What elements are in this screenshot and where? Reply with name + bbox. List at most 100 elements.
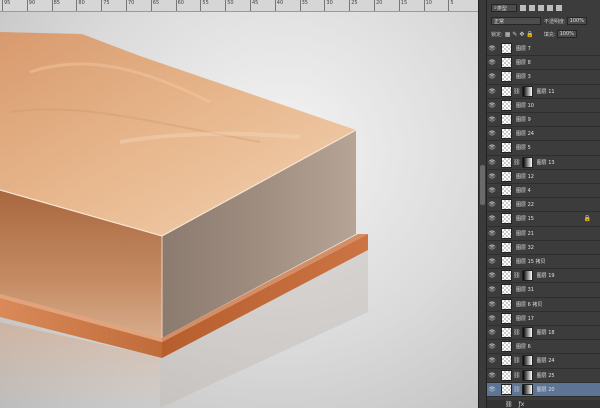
layer-thumbnail bbox=[501, 199, 512, 211]
layer-row[interactable]: 👁 图层 12 bbox=[487, 170, 600, 184]
opacity-field[interactable]: 100% bbox=[566, 17, 587, 25]
layer-row[interactable]: 👁 图层 8 bbox=[487, 56, 600, 71]
visibility-eye-icon[interactable]: 👁 bbox=[487, 130, 497, 137]
layers-list[interactable]: 👁 图层 7 👁 图层 8 👁 图层 3 👁 ⛓ 图层 11 👁 图层 10 👁 图层 9 👁 图层 24 👁… bbox=[487, 42, 600, 400]
mask-link-icon[interactable]: ⛓ bbox=[513, 88, 521, 95]
canvas-vertical-scrollbar[interactable] bbox=[478, 0, 486, 408]
lock-label: 锁定: bbox=[491, 31, 503, 38]
layer-row[interactable]: 👁 ⛓ 图层 19 bbox=[487, 269, 600, 284]
visibility-eye-icon[interactable]: 👁 bbox=[487, 244, 497, 251]
link-icon[interactable]: ⛓ bbox=[505, 401, 513, 408]
visibility-eye-icon[interactable]: 👁 bbox=[487, 286, 497, 293]
filter-kind-select[interactable]: ⌕ 类型 bbox=[491, 4, 517, 12]
mask-link-icon[interactable]: ⛓ bbox=[513, 372, 521, 379]
visibility-eye-icon[interactable]: 👁 bbox=[487, 144, 497, 151]
layer-row[interactable]: 👁 图层 15 🔒 bbox=[487, 212, 600, 227]
visibility-eye-icon[interactable]: 👁 bbox=[487, 343, 497, 350]
visibility-eye-icon[interactable]: 👁 bbox=[487, 187, 497, 194]
layer-row[interactable]: 👁 图层 5 bbox=[487, 141, 600, 156]
visibility-eye-icon[interactable]: 👁 bbox=[487, 230, 497, 237]
layer-row[interactable]: 👁 图层 32 bbox=[487, 241, 600, 255]
visibility-eye-icon[interactable]: 👁 bbox=[487, 386, 497, 393]
pixel-filter-icon[interactable] bbox=[520, 5, 526, 11]
layer-mask-thumbnail[interactable] bbox=[521, 85, 533, 97]
layer-row[interactable]: 👁 ⛓ 图层 18 bbox=[487, 326, 600, 341]
visibility-eye-icon[interactable]: 👁 bbox=[487, 315, 497, 322]
scrollbar-thumb[interactable] bbox=[480, 165, 485, 205]
fill-field[interactable]: 100% bbox=[556, 30, 577, 38]
layer-row[interactable]: 👁 图层 9 bbox=[487, 113, 600, 128]
layer-mask-thumbnail[interactable] bbox=[521, 383, 533, 395]
layer-thumbnail bbox=[501, 256, 512, 268]
ruler-tick-label: 80 bbox=[76, 0, 85, 11]
ruler-tick-label: 95 bbox=[1, 0, 11, 11]
layer-name: 图层 5 bbox=[516, 145, 531, 152]
mask-link-icon[interactable]: ⛓ bbox=[513, 386, 521, 393]
layer-row[interactable]: 👁 图层 15 拷贝 bbox=[487, 255, 600, 270]
smart-object-filter-icon[interactable] bbox=[556, 5, 562, 11]
layer-row[interactable]: 👁 图层 22 bbox=[487, 198, 600, 213]
visibility-eye-icon[interactable]: 👁 bbox=[487, 272, 497, 279]
layer-row[interactable]: 👁 ⛓ 图层 13 bbox=[487, 156, 600, 170]
lock-move-icon[interactable]: ✥ bbox=[519, 31, 524, 38]
mask-link-icon[interactable]: ⛓ bbox=[513, 272, 521, 279]
layer-name: 图层 21 bbox=[516, 230, 534, 237]
visibility-eye-icon[interactable]: 👁 bbox=[487, 88, 497, 95]
visibility-eye-icon[interactable]: 👁 bbox=[487, 45, 497, 52]
mask-link-icon[interactable]: ⛓ bbox=[513, 357, 521, 364]
visibility-eye-icon[interactable]: 👁 bbox=[487, 301, 497, 308]
layer-row[interactable]: 👁 图层 6 bbox=[487, 340, 600, 355]
layer-row[interactable]: 👁 图层 31 bbox=[487, 283, 600, 298]
ruler-tick-label: 25 bbox=[349, 0, 358, 11]
mask-link-icon[interactable]: ⛓ bbox=[513, 329, 521, 336]
layer-row[interactable]: 👁 图层 10 bbox=[487, 99, 600, 113]
visibility-eye-icon[interactable]: 👁 bbox=[487, 357, 497, 364]
layer-name: 图层 9 bbox=[516, 117, 531, 124]
layer-name: 图层 11 bbox=[536, 88, 555, 95]
type-filter-icon[interactable] bbox=[538, 5, 544, 11]
layer-thumbnail bbox=[501, 142, 512, 154]
layer-mask-thumbnail[interactable] bbox=[521, 270, 533, 282]
lock-brush-icon[interactable]: ✎ bbox=[512, 31, 517, 38]
mask-link-icon[interactable]: ⛓ bbox=[513, 159, 521, 166]
visibility-eye-icon[interactable]: 👁 bbox=[487, 73, 497, 80]
fx-icon[interactable]: ƒx bbox=[519, 401, 525, 408]
layer-mask-thumbnail[interactable] bbox=[521, 355, 533, 367]
visibility-eye-icon[interactable]: 👁 bbox=[487, 215, 497, 222]
layer-mask-thumbnail[interactable] bbox=[521, 369, 533, 381]
layer-row[interactable]: 👁 图层 24 bbox=[487, 127, 600, 142]
layer-row[interactable]: 👁 ⛓ 图层 24 bbox=[487, 354, 600, 369]
layer-row[interactable]: 👁 ⛓ 图层 25 bbox=[487, 369, 600, 383]
layer-name: 图层 25 bbox=[536, 372, 555, 379]
layer-row[interactable]: 👁 图层 3 bbox=[487, 70, 600, 85]
lock-all-icon[interactable]: 🔒 bbox=[526, 31, 533, 38]
layer-mask-thumbnail[interactable] bbox=[521, 327, 533, 339]
visibility-eye-icon[interactable]: 👁 bbox=[487, 201, 497, 208]
lock-row: 锁定: ▦ ✎ ✥ 🔒 填充: 100% bbox=[487, 30, 600, 38]
document-canvas[interactable] bbox=[0, 12, 478, 408]
visibility-eye-icon[interactable]: 👁 bbox=[487, 116, 497, 123]
visibility-eye-icon[interactable]: 👁 bbox=[487, 329, 497, 336]
lock-transparent-icon[interactable]: ▦ bbox=[505, 31, 511, 38]
layer-row[interactable]: 👁 ⛓ 图层 11 bbox=[487, 85, 600, 99]
visibility-eye-icon[interactable]: 👁 bbox=[487, 173, 497, 180]
adjustment-filter-icon[interactable] bbox=[529, 5, 535, 11]
layer-row[interactable]: 👁 ⛓ 图层 20 bbox=[487, 382, 600, 397]
visibility-eye-icon[interactable]: 👁 bbox=[487, 59, 497, 66]
layer-mask-thumbnail[interactable] bbox=[521, 156, 533, 168]
visibility-eye-icon[interactable]: 👁 bbox=[487, 258, 497, 265]
layer-row[interactable]: 👁 图层 7 bbox=[487, 42, 600, 57]
layer-row[interactable]: 👁 图层 17 bbox=[487, 312, 600, 326]
layer-row[interactable]: 👁 图层 4 bbox=[487, 184, 600, 199]
layer-row[interactable]: 👁 图层 21 bbox=[487, 227, 600, 241]
visibility-eye-icon[interactable]: 👁 bbox=[487, 159, 497, 166]
layer-name: 图层 15 bbox=[516, 216, 534, 223]
layer-lock-icon: 🔒 bbox=[583, 215, 591, 223]
visibility-eye-icon[interactable]: 👁 bbox=[487, 102, 497, 109]
shape-filter-icon[interactable] bbox=[547, 5, 553, 11]
blend-mode-select[interactable]: 正常 bbox=[491, 17, 541, 25]
layer-thumbnail bbox=[501, 114, 512, 126]
layer-row[interactable]: 👁 图层 6 拷贝 bbox=[487, 298, 600, 312]
layer-thumbnail bbox=[501, 185, 512, 197]
visibility-eye-icon[interactable]: 👁 bbox=[487, 372, 497, 379]
